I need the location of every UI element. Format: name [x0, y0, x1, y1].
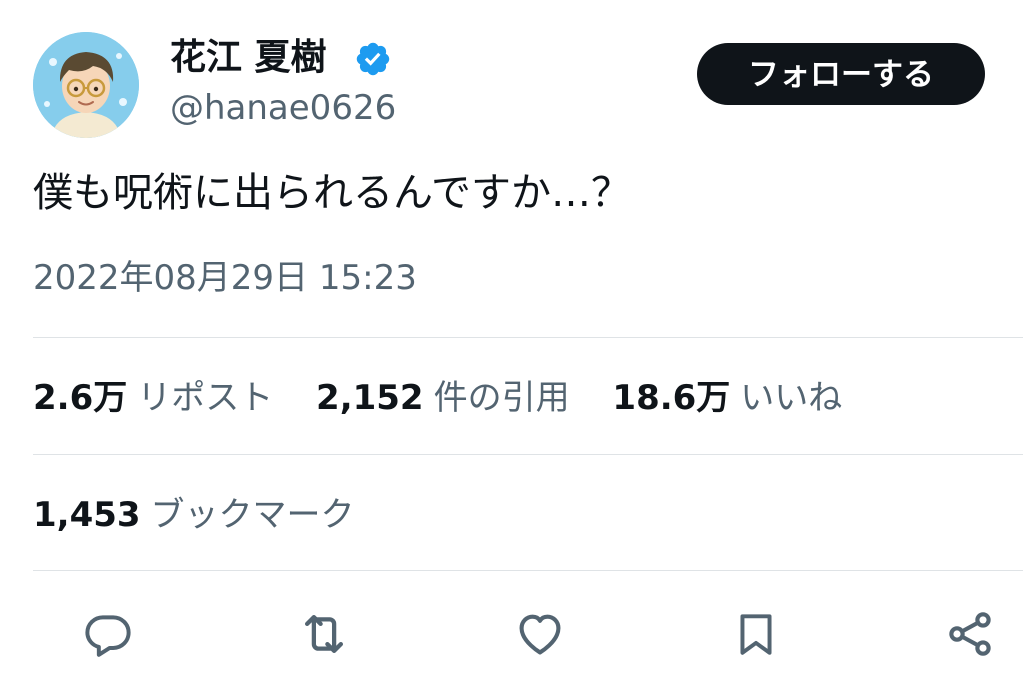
divider: [33, 337, 1023, 338]
author-display-name[interactable]: 花江 夏樹: [170, 36, 327, 80]
divider: [33, 570, 1023, 571]
author-handle[interactable]: @hanae0626: [170, 86, 396, 130]
verified-badge-icon: [356, 42, 390, 76]
like-label: いいね: [740, 378, 843, 418]
engagement-stats: 2.6万 リポスト 2,152 件の引用 18.6万 いいね: [33, 375, 874, 421]
bookmark-label: ブックマーク: [150, 495, 355, 535]
action-bar: [0, 598, 1023, 668]
like-button[interactable]: [510, 604, 570, 664]
divider: [33, 454, 1023, 455]
repost-stat[interactable]: 2.6万 リポスト: [33, 375, 273, 421]
quote-count: 2,152: [316, 378, 424, 418]
like-icon: [519, 614, 561, 655]
reply-icon: [85, 615, 131, 657]
like-stat[interactable]: 18.6万 いいね: [612, 375, 842, 421]
reply-button[interactable]: [78, 604, 138, 664]
quote-stat[interactable]: 2,152 件の引用: [316, 375, 570, 421]
bookmark-button[interactable]: [726, 604, 786, 664]
tweet-timestamp[interactable]: 2022年08月29日 15:23: [33, 255, 417, 301]
share-icon: [949, 612, 991, 656]
bookmark-stats: 1,453 ブックマーク: [33, 492, 387, 538]
tweet-header: 花江 夏樹 @hanae0626 フォローする: [0, 0, 1023, 150]
repost-button[interactable]: [294, 604, 354, 664]
bookmark-icon: [740, 614, 772, 655]
tweet-text: 僕も呪術に出られるんですか…？: [33, 170, 631, 216]
avatar-illustration: [33, 32, 139, 138]
bookmark-stat[interactable]: 1,453 ブックマーク: [33, 492, 355, 538]
avatar[interactable]: [33, 32, 139, 138]
quote-label: 件の引用: [433, 378, 570, 418]
repost-label: リポスト: [137, 378, 274, 418]
like-count: 18.6万: [612, 378, 731, 418]
repost-icon: [304, 614, 344, 654]
share-button[interactable]: [940, 604, 1000, 664]
repost-count: 2.6万: [33, 378, 128, 418]
bookmark-count: 1,453: [33, 495, 141, 535]
follow-button[interactable]: フォローする: [697, 43, 985, 105]
